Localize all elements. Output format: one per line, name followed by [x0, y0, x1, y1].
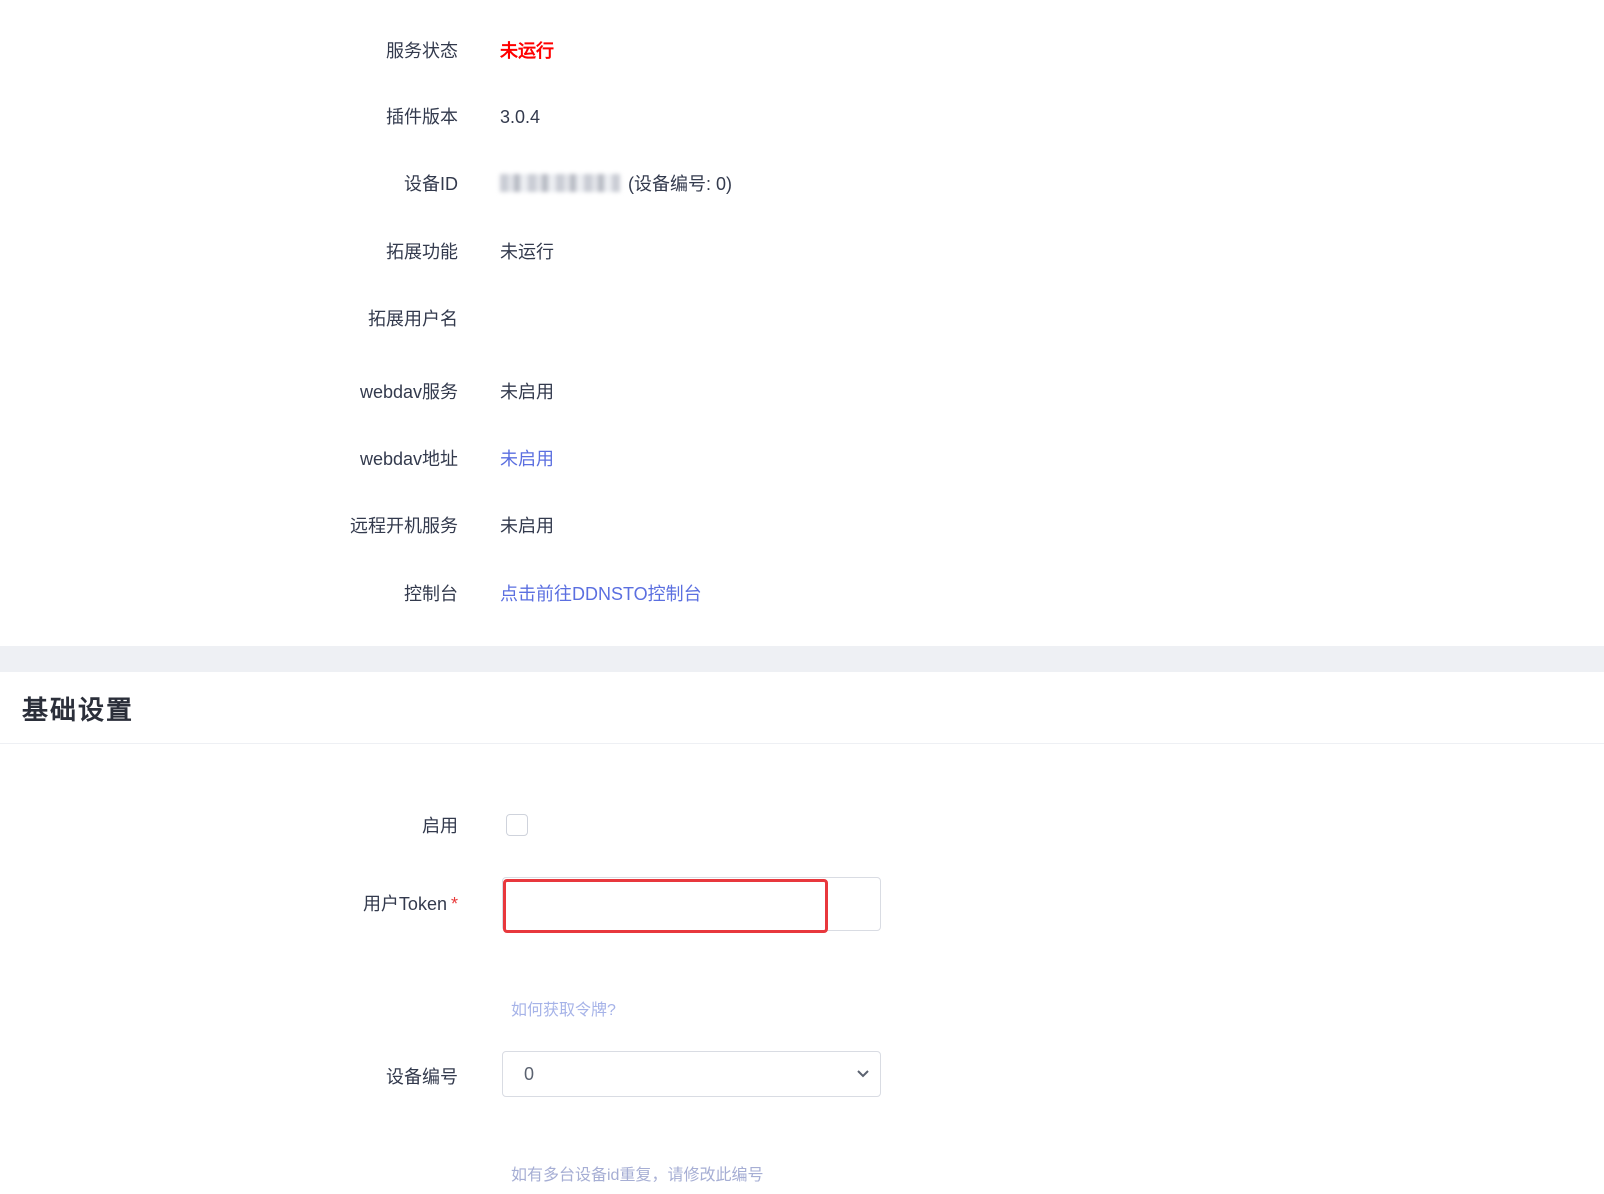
webdav-address-link[interactable]: 未启用: [500, 444, 554, 474]
token-label: 用户Token *: [363, 890, 458, 916]
blurred-device-id: [500, 174, 620, 193]
device-number-label: 设备编号: [386, 1067, 458, 1087]
token-label-text: 用户Token: [362, 894, 447, 914]
enable-label: 启用: [422, 816, 458, 836]
device-id-value: (设备编号: 0): [500, 169, 732, 199]
status-row-webdav-service: webdav服务 未启用: [0, 377, 1604, 407]
wol-service-label: 远程开机服务: [350, 516, 458, 536]
basic-settings-header: 基础设置: [0, 672, 1604, 744]
device-number-note: (设备编号: 0): [628, 174, 733, 194]
extension-value: 未运行: [500, 242, 554, 262]
console-label: 控制台: [404, 584, 458, 604]
status-row-version: 插件版本 3.0.4: [0, 102, 1604, 132]
device-number-select[interactable]: 0: [502, 1051, 881, 1097]
status-row-device-id: 设备ID (设备编号: 0): [0, 169, 1604, 199]
status-row-console: 控制台 点击前往DDNSTO控制台: [0, 579, 1604, 609]
status-row-webdav-address: webdav地址 未启用: [0, 444, 1604, 474]
status-row-wol: 远程开机服务 未启用: [0, 511, 1604, 541]
webdav-service-label: webdav服务: [359, 382, 458, 402]
service-status-label: 服务状态: [386, 41, 458, 61]
webdav-service-value: 未启用: [500, 382, 554, 402]
plugin-version-label: 插件版本: [386, 107, 458, 127]
status-row-extension-user: 拓展用户名: [0, 304, 1604, 334]
token-input[interactable]: [503, 879, 828, 933]
status-row-extension: 拓展功能 未运行: [0, 237, 1604, 267]
plugin-version-value: 3.0.4: [500, 107, 541, 127]
extension-username-label: 拓展用户名: [368, 309, 458, 329]
chevron-down-icon: [857, 1070, 869, 1078]
enable-checkbox[interactable]: [506, 814, 528, 836]
status-panel: 服务状态 未运行 插件版本 3.0.4 设备ID (设备编号: 0) 拓展功能 …: [0, 0, 1604, 646]
device-number-selected: 0: [524, 1064, 535, 1084]
status-row-service: 服务状态 未运行: [0, 36, 1604, 66]
required-marker: *: [450, 894, 458, 914]
section-divider: [0, 646, 1604, 672]
section-title: 基础设置: [22, 695, 135, 725]
device-id-label: 设备ID: [404, 174, 458, 194]
console-link[interactable]: 点击前往DDNSTO控制台: [500, 579, 702, 609]
wol-service-value: 未启用: [500, 516, 554, 536]
extension-label: 拓展功能: [386, 242, 458, 262]
device-number-help: 如有多台设备id重复，请修改此编号: [511, 1167, 764, 1184]
token-help-link[interactable]: 如何获取令牌?: [511, 996, 616, 1020]
webdav-address-label: webdav地址: [359, 449, 458, 469]
service-status-value: 未运行: [500, 41, 554, 61]
